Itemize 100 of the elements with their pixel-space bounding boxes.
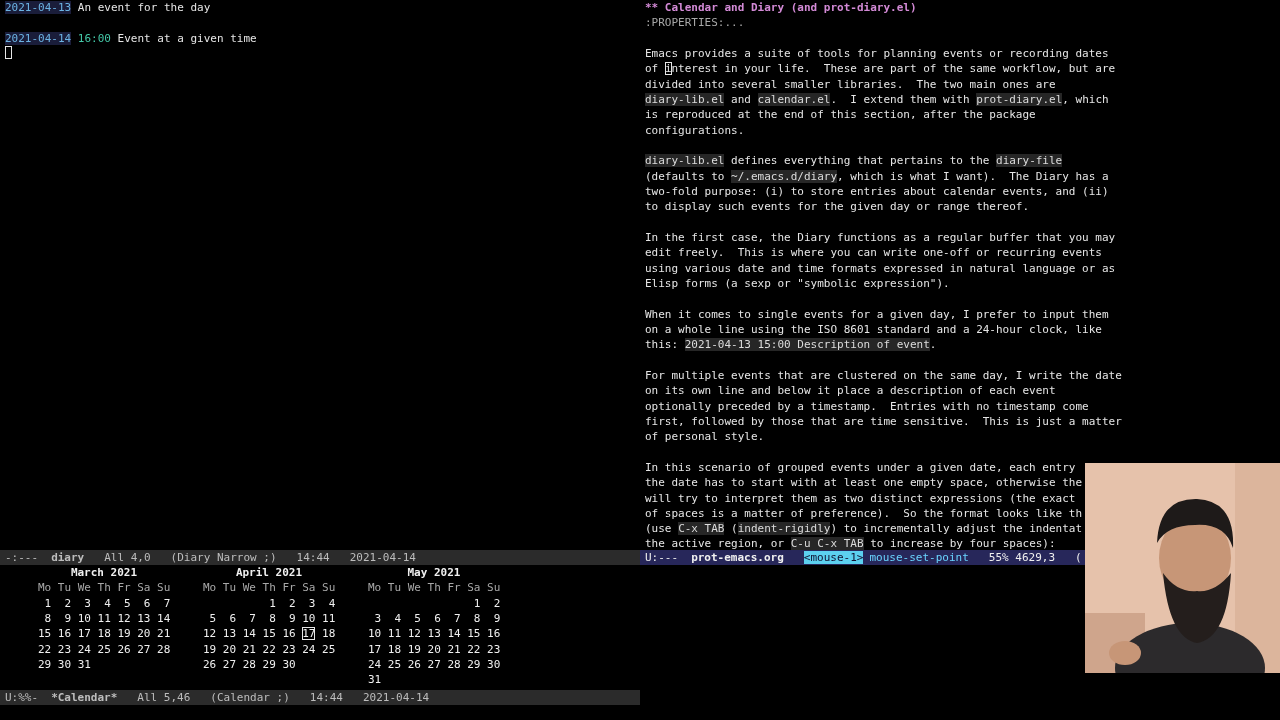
day-number[interactable]: 7 [163, 596, 171, 610]
day-number[interactable]: 29 [262, 657, 276, 671]
day-number[interactable]: 30 [487, 657, 501, 671]
day-number[interactable]: 23 [487, 642, 501, 656]
day-number[interactable]: 20 [222, 642, 237, 656]
body-text: of personal style. [645, 430, 765, 444]
day-number[interactable]: 2 [64, 596, 72, 610]
day-number[interactable]: 7 [249, 612, 256, 625]
day-number[interactable]: 30 [57, 657, 72, 671]
day-number[interactable]: 21 [242, 642, 256, 656]
day-number[interactable]: 22 [467, 642, 481, 656]
day-number[interactable]: 4 [104, 596, 111, 610]
day-number[interactable]: 2 [289, 596, 296, 610]
day-number[interactable]: 9 [64, 612, 72, 625]
day-number[interactable]: 25 [387, 657, 402, 671]
day-number[interactable]: 11 [387, 627, 402, 641]
day-number[interactable]: 27 [137, 642, 151, 656]
day-number[interactable]: 25 [97, 642, 111, 656]
day-number[interactable]: 1 [473, 596, 481, 610]
day-number[interactable]: 11 [322, 612, 336, 625]
day-number[interactable]: 20 [427, 642, 441, 656]
day-number[interactable]: 28 [157, 642, 171, 656]
day-number[interactable]: 9 [493, 612, 501, 625]
day-number[interactable]: 28 [447, 657, 461, 671]
day-number[interactable]: 22 [38, 642, 52, 656]
day-number[interactable]: 7 [454, 612, 461, 625]
day-number[interactable]: 13 [137, 612, 151, 625]
day-number[interactable]: 15 [467, 627, 481, 641]
day-number[interactable]: 16 [282, 627, 296, 641]
day-number[interactable]: 26 [407, 657, 421, 671]
day-number[interactable]: 28 [242, 657, 256, 671]
day-number[interactable]: 19 [117, 627, 131, 641]
day-number[interactable]: 1 [44, 596, 52, 610]
day-number[interactable]: 10 [302, 612, 316, 625]
day-number[interactable]: 21 [157, 627, 171, 641]
day-number[interactable]: 31 [368, 673, 382, 687]
day-number[interactable]: 14 [157, 612, 171, 625]
day-number[interactable]: 19 [203, 642, 217, 656]
day-number[interactable]: 17 [368, 642, 382, 656]
day-number[interactable]: 8 [44, 612, 52, 625]
day-number[interactable]: 1 [269, 596, 276, 610]
day-number[interactable]: 21 [447, 642, 461, 656]
day-number[interactable]: 10 [368, 627, 382, 641]
day-number[interactable]: 17 [302, 627, 316, 641]
day-number[interactable]: 24 [302, 642, 316, 656]
day-number[interactable]: 13 [427, 627, 441, 641]
day-number[interactable]: 9 [289, 612, 296, 625]
day-number[interactable]: 17 [77, 627, 91, 641]
day-number[interactable]: 25 [322, 642, 336, 656]
day-number[interactable]: 29 [467, 657, 481, 671]
day-number[interactable]: 19 [407, 642, 421, 656]
day-number[interactable]: 6 [229, 612, 237, 625]
day-number[interactable]: 14 [447, 627, 461, 641]
day-number[interactable]: 16 [487, 627, 501, 641]
day-number[interactable]: 15 [262, 627, 276, 641]
day-number[interactable]: 5 [209, 612, 217, 625]
day-number[interactable]: 15 [38, 627, 52, 641]
buffer-flags: -:--- [5, 551, 39, 564]
day-number[interactable]: 24 [368, 657, 382, 671]
day-number[interactable]: 18 [322, 627, 336, 641]
day-number[interactable]: 12 [203, 627, 217, 641]
weekday-label: Fr [447, 580, 461, 596]
body-text: first, followed by those that are time sensitive. This is just a matter [645, 414, 1122, 428]
day-number[interactable]: 23 [282, 642, 296, 656]
day-number[interactable]: 13 [222, 627, 237, 641]
day-number[interactable]: 2 [493, 596, 501, 610]
day-number[interactable]: 14 [242, 627, 256, 641]
day-number[interactable]: 24 [77, 642, 91, 656]
body-text: of [645, 62, 660, 76]
day-number[interactable]: 8 [269, 612, 276, 625]
day-number[interactable]: 30 [282, 657, 296, 671]
day-number[interactable]: 3 [374, 612, 382, 625]
day-number[interactable]: 23 [57, 642, 72, 656]
day-number[interactable]: 5 [414, 612, 421, 625]
inline-code: ~/.emacs.d/diary [731, 169, 838, 183]
body-text: the date has to start with at least one empty space, otherwise the [645, 476, 1083, 490]
day-number[interactable]: 27 [222, 657, 237, 671]
day-number[interactable]: 18 [97, 627, 111, 641]
day-number[interactable]: 31 [77, 657, 91, 671]
day-number[interactable]: 26 [203, 657, 217, 671]
day-number[interactable]: 4 [394, 612, 402, 625]
day-number[interactable]: 18 [387, 642, 402, 656]
day-number[interactable]: 4 [328, 596, 336, 610]
day-number[interactable]: 16 [57, 627, 72, 641]
day-number[interactable]: 5 [124, 596, 131, 610]
body-text: Emacs provides a suite of tools for planning events or recording dates [645, 47, 1109, 60]
day-number[interactable]: 3 [308, 596, 316, 610]
day-number[interactable]: 26 [117, 642, 131, 656]
day-number[interactable]: 10 [77, 612, 91, 625]
day-number[interactable]: 22 [262, 642, 276, 656]
day-number[interactable]: 20 [137, 627, 151, 641]
day-number[interactable]: 12 [407, 627, 421, 641]
day-number[interactable]: 6 [143, 596, 151, 610]
day-number[interactable]: 8 [473, 612, 481, 625]
day-number[interactable]: 29 [38, 657, 52, 671]
day-number[interactable]: 27 [427, 657, 441, 671]
day-number[interactable]: 12 [117, 612, 131, 625]
day-number[interactable]: 6 [434, 612, 441, 625]
day-number[interactable]: 3 [84, 596, 91, 610]
day-number[interactable]: 11 [97, 612, 111, 625]
